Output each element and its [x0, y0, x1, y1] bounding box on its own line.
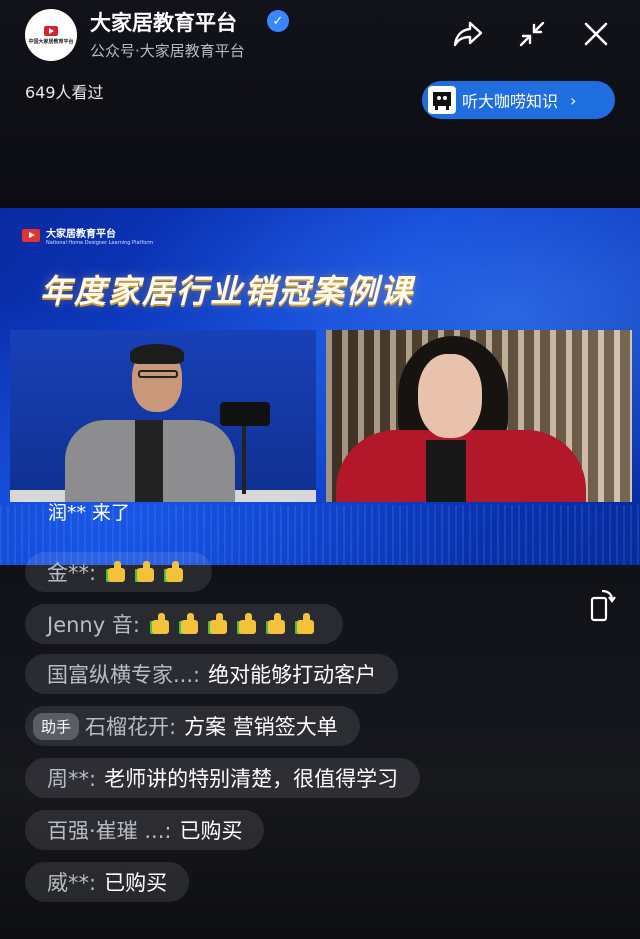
thumbs-up-icon — [207, 613, 234, 635]
comment-item[interactable]: 助手 石榴花开: 方案 营销签大单 — [25, 706, 360, 746]
joined-notice: 润** 来了 — [48, 502, 131, 524]
logo-play-icon — [44, 25, 58, 36]
account-name[interactable]: 大家居教育平台 — [90, 7, 237, 37]
comment-item[interactable]: 周**: 老师讲的特别清楚，很值得学习 — [25, 758, 421, 798]
guest-camera-right — [326, 330, 632, 502]
phone-rig-stand — [242, 426, 246, 494]
thumbs-up-icon — [106, 561, 132, 583]
comment-item[interactable]: 国富纵横专家...: 绝对能够打动客户 — [25, 654, 399, 694]
account-avatar[interactable]: 中国大家居教育平台 — [25, 9, 77, 61]
rotate-screen-icon[interactable] — [588, 588, 616, 624]
chevron-right-icon: › — [570, 90, 577, 110]
avatar-logo-text: 中国大家居教育平台 — [28, 38, 74, 45]
share-icon[interactable] — [450, 16, 486, 52]
phone-rig — [220, 402, 270, 426]
comment-user: 百强·崔璀 ...: — [47, 819, 172, 843]
comment-message: 已购买 — [104, 871, 168, 895]
comment-message: 老师讲的特别清楚，很值得学习 — [104, 767, 399, 791]
comment-message: 方案 营销签大单 — [184, 715, 338, 739]
thumbs-up-icon — [294, 613, 321, 635]
listen-pill-button[interactable]: 听大咖唠知识 › — [422, 81, 615, 119]
presenter-shirt — [135, 420, 163, 502]
video-brand-en: National Home Designer Learning Platform — [46, 240, 154, 246]
comment-message: 已购买 — [179, 819, 243, 843]
comment-user: Jenny 音: — [47, 613, 140, 637]
video-brand: 大家居教育平台 National Home Designer Learning … — [22, 225, 153, 246]
comment-item[interactable]: 威**: 已购买 — [25, 862, 190, 902]
comment-user: 石榴花开: — [85, 715, 177, 739]
guest-inner-top — [426, 440, 466, 502]
account-subtitle: 公众号·大家居教育平台 — [90, 42, 245, 60]
close-icon[interactable] — [578, 16, 614, 52]
comment-item[interactable]: 金**: — [25, 552, 213, 592]
video-title: 年度家居行业销冠案例课 — [40, 272, 415, 310]
comment-item[interactable]: Jenny 音: — [25, 604, 343, 644]
helper-badge: 助手 — [33, 712, 80, 740]
thumbs-up-icon — [135, 561, 161, 583]
comment-user: 威**: — [47, 871, 97, 895]
brand-play-icon — [22, 229, 40, 242]
comment-user: 周**: — [47, 767, 97, 791]
collapse-icon[interactable] — [514, 16, 550, 52]
thumbs-up-icon — [164, 561, 190, 583]
comment-user: 金**: — [47, 561, 97, 585]
podcast-logo-icon — [428, 86, 456, 114]
verified-icon: ✓ — [267, 10, 289, 32]
listen-pill-label: 听大咖唠知识 — [462, 92, 559, 111]
thumbs-emoji-group — [149, 613, 321, 635]
viewer-count: 649人看过 — [25, 83, 104, 102]
comment-message: 绝对能够打动客户 — [208, 663, 377, 687]
thumbs-up-icon — [236, 613, 263, 635]
thumbs-emoji-group — [106, 561, 190, 583]
live-video[interactable]: 大家居教育平台 National Home Designer Learning … — [0, 208, 640, 565]
thumbs-up-icon — [149, 613, 176, 635]
guest-face — [418, 354, 482, 438]
comment-item[interactable]: 百强·崔璀 ...: 已购买 — [25, 810, 265, 850]
video-brand-cn: 大家居教育平台 — [46, 229, 116, 240]
thumbs-up-icon — [178, 613, 205, 635]
presenter-hair — [130, 344, 184, 364]
presenter-camera-left — [10, 330, 316, 502]
presenter-glasses — [138, 370, 178, 378]
comment-user: 国富纵横专家...: — [47, 663, 201, 687]
thumbs-up-icon — [265, 613, 292, 635]
